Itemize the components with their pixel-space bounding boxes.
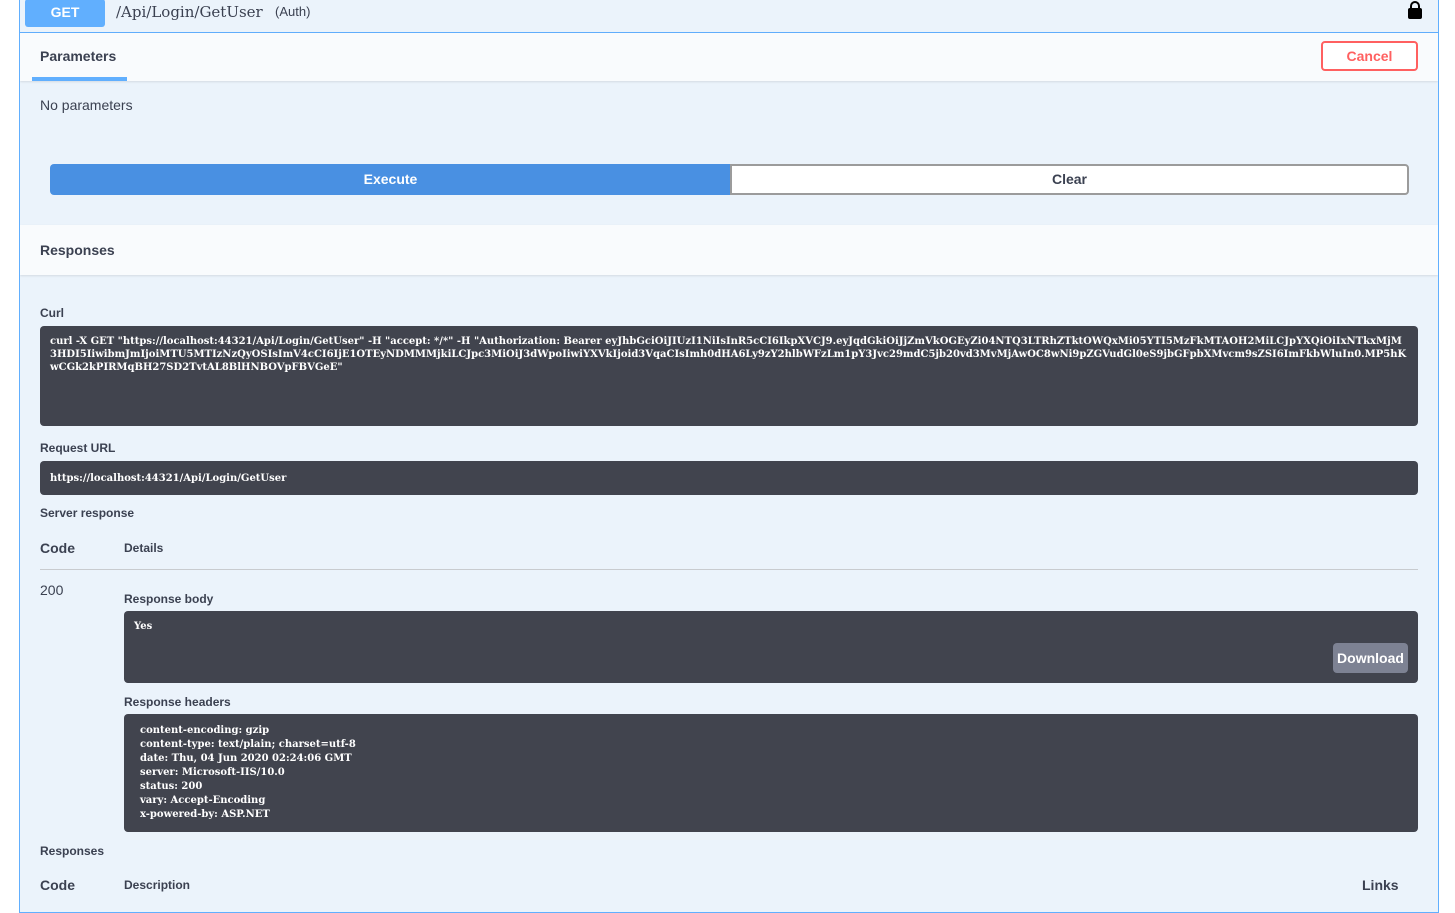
http-method-badge: GET [25,0,105,27]
header-line: x-powered-by: ASP.NET [140,809,270,820]
header-line: content-type: text/plain; charset=utf-8 [140,739,356,750]
response-headers[interactable]: content-encoding: gzip content-type: tex… [124,714,1418,832]
execute-button-group: Execute Clear [50,164,1409,195]
download-button[interactable]: Download [1333,643,1408,673]
execute-button[interactable]: Execute [50,164,731,195]
parameters-header: Parameters Cancel [20,33,1438,81]
response-status-code: 200 [40,582,64,598]
response-body-text: Yes [134,621,153,632]
no-parameters-text: No parameters [40,97,133,113]
details-column-header: Details [124,541,164,555]
response-body[interactable]: Yes [124,611,1418,683]
responses-title: Responses [40,242,115,258]
responses-table-title: Responses [40,844,105,858]
responses-links-header: Links [1362,877,1399,893]
code-column-header: Code [40,540,75,556]
response-body-label: Response body [124,592,214,606]
endpoint-path: /Api/Login/GetUser [116,3,263,21]
header-line: content-encoding: gzip [140,725,270,736]
header-line: date: Thu, 04 Jun 2020 02:24:06 GMT [140,753,352,764]
curl-command[interactable]: curl -X GET "https://localhost:44321/Api… [40,326,1418,426]
tab-parameters[interactable]: Parameters [40,48,116,64]
responses-header: Responses [20,225,1438,275]
request-url[interactable]: https://localhost:44321/Api/Login/GetUse… [40,461,1418,495]
request-url-label: Request URL [40,441,116,455]
server-response-label: Server response [40,506,135,520]
responses-code-header: Code [40,877,75,893]
cancel-button[interactable]: Cancel [1321,41,1418,71]
curl-label: Curl [40,306,64,320]
tab-active-indicator [32,77,127,81]
header-line: status: 200 [140,781,203,792]
header-line: vary: Accept-Encoding [140,795,266,806]
endpoint-description: (Auth) [275,4,311,19]
responses-description-header: Description [124,878,191,892]
response-headers-label: Response headers [124,695,231,709]
table-divider [40,569,1418,570]
operation-block: GET /Api/Login/GetUser (Auth) Parameters… [19,0,1439,913]
header-line: server: Microsoft-IIS/10.0 [140,767,285,778]
clear-button[interactable]: Clear [730,164,1409,195]
lock-icon[interactable] [1408,1,1422,19]
operation-summary[interactable]: GET /Api/Login/GetUser (Auth) [20,0,1438,33]
